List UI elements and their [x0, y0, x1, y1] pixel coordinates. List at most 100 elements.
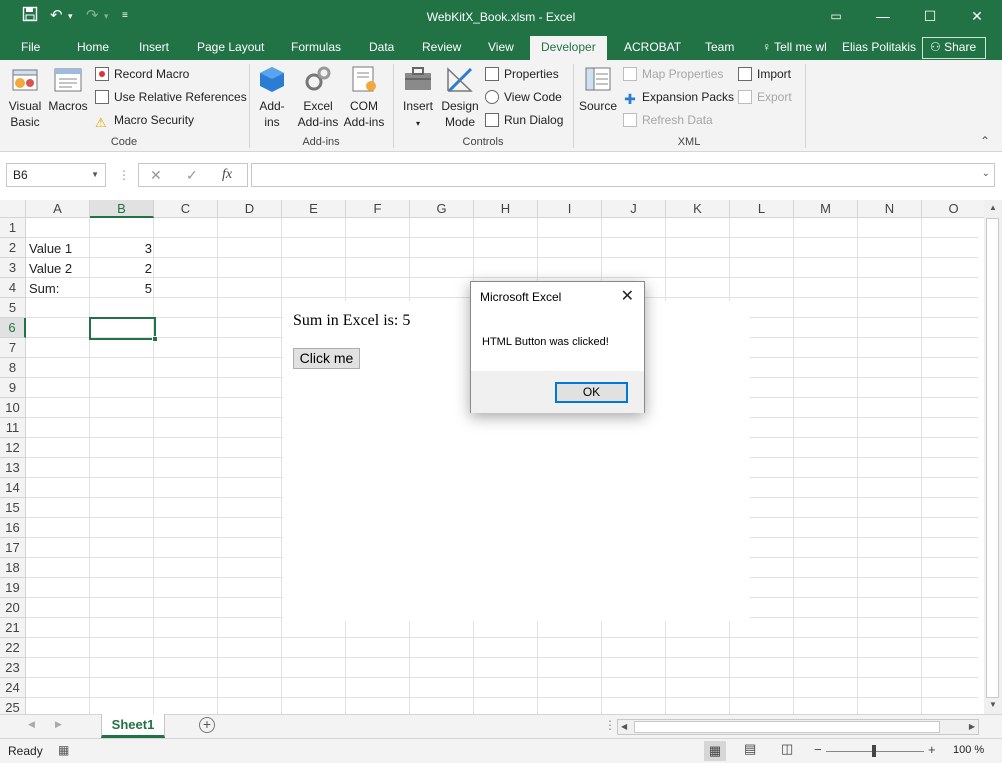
- tab-team[interactable]: Team: [705, 40, 734, 55]
- row-header-1[interactable]: 1: [0, 218, 26, 238]
- expansion-packs-button[interactable]: ✚ Expansion Packs: [623, 87, 734, 107]
- row-header-17[interactable]: 17: [0, 538, 26, 558]
- click-me-button[interactable]: Click me: [293, 348, 360, 369]
- minimize-button[interactable]: —: [860, 6, 906, 26]
- row-header-15[interactable]: 15: [0, 498, 26, 518]
- horizontal-scrollbar[interactable]: ◀ ▶: [617, 719, 979, 735]
- tab-data[interactable]: Data: [369, 40, 394, 55]
- column-header-o[interactable]: O: [922, 200, 986, 218]
- tab-formulas[interactable]: Formulas: [291, 40, 341, 55]
- zoom-level[interactable]: 100 %: [953, 744, 984, 756]
- tab-file[interactable]: File: [21, 40, 40, 55]
- tab-home[interactable]: Home: [77, 40, 109, 55]
- zoom-slider-thumb[interactable]: [872, 745, 876, 757]
- row-header-14[interactable]: 14: [0, 478, 26, 498]
- tab-insert[interactable]: Insert: [139, 40, 169, 55]
- selected-cell-b6[interactable]: [89, 317, 158, 342]
- cell-a4[interactable]: Sum:: [29, 279, 59, 299]
- user-name[interactable]: Elias Politakis: [842, 40, 916, 55]
- run-dialog-button[interactable]: Run Dialog: [485, 110, 563, 130]
- split-handle-icon[interactable]: ⋮: [604, 718, 616, 732]
- visual-basic-button[interactable]: Visual Basic: [4, 64, 46, 130]
- cell-b2[interactable]: 3: [91, 239, 152, 259]
- excel-add-ins-button[interactable]: Excel Add-ins: [296, 64, 340, 130]
- select-all-corner[interactable]: [0, 200, 26, 218]
- row-header-8[interactable]: 8: [0, 358, 26, 378]
- scroll-up-icon[interactable]: ▲: [989, 203, 997, 212]
- insert-control-button[interactable]: Insert ▾: [399, 64, 437, 132]
- maximize-button[interactable]: ☐: [907, 6, 953, 26]
- row-header-16[interactable]: 16: [0, 518, 26, 538]
- view-code-button[interactable]: View Code: [485, 87, 562, 107]
- ok-button[interactable]: OK: [555, 382, 628, 403]
- ribbon-display-icon[interactable]: ▭: [813, 6, 859, 26]
- record-macro-button[interactable]: Record Macro: [95, 64, 189, 84]
- column-header-n[interactable]: N: [858, 200, 922, 218]
- sheet-tab-sheet1[interactable]: Sheet1: [101, 714, 165, 738]
- share-button[interactable]: ⚇ Share: [922, 37, 986, 59]
- tab-review[interactable]: Review: [422, 40, 461, 55]
- design-mode-button[interactable]: Design Mode: [440, 64, 480, 130]
- cell-b4[interactable]: 5: [91, 279, 152, 299]
- fill-handle[interactable]: [152, 336, 158, 342]
- column-header-d[interactable]: D: [218, 200, 282, 218]
- page-layout-view-icon[interactable]: ▤: [744, 741, 756, 757]
- com-add-ins-button[interactable]: COM Add-ins: [342, 64, 386, 130]
- scroll-left-icon[interactable]: ◀: [621, 722, 627, 731]
- xml-source-button[interactable]: Source: [578, 64, 618, 114]
- row-header-22[interactable]: 22: [0, 638, 26, 658]
- column-header-e[interactable]: E: [282, 200, 346, 218]
- column-header-a[interactable]: A: [26, 200, 90, 218]
- tab-page-layout[interactable]: Page Layout: [197, 40, 264, 55]
- row-header-6[interactable]: 6: [0, 318, 26, 338]
- cell-a2[interactable]: Value 1: [29, 239, 72, 259]
- vertical-scrollbar[interactable]: ▲ ▼: [984, 200, 1002, 714]
- row-header-23[interactable]: 23: [0, 658, 26, 678]
- import-button[interactable]: Import: [738, 64, 791, 84]
- prev-sheet-icon[interactable]: ◀: [28, 719, 35, 730]
- expand-formula-bar-icon[interactable]: ⌄: [982, 168, 990, 179]
- next-sheet-icon[interactable]: ▶: [55, 719, 62, 730]
- column-header-f[interactable]: F: [346, 200, 410, 218]
- column-header-c[interactable]: C: [154, 200, 218, 218]
- normal-view-icon[interactable]: ▦: [704, 741, 726, 761]
- row-header-9[interactable]: 9: [0, 378, 26, 398]
- zoom-out-button[interactable]: −: [814, 742, 822, 757]
- row-header-19[interactable]: 19: [0, 578, 26, 598]
- row-header-5[interactable]: 5: [0, 298, 26, 318]
- row-header-11[interactable]: 11: [0, 418, 26, 438]
- zoom-in-button[interactable]: +: [928, 742, 936, 757]
- row-header-21[interactable]: 21: [0, 618, 26, 638]
- column-header-i[interactable]: I: [538, 200, 602, 218]
- vertical-scroll-thumb[interactable]: [986, 218, 999, 698]
- tab-view[interactable]: View: [488, 40, 514, 55]
- row-header-24[interactable]: 24: [0, 678, 26, 698]
- collapse-ribbon-icon[interactable]: ⌃: [980, 134, 990, 148]
- chevron-down-icon[interactable]: ▼: [91, 164, 99, 186]
- scroll-right-icon[interactable]: ▶: [969, 722, 975, 731]
- tab-acrobat[interactable]: ACROBAT: [624, 40, 681, 55]
- horizontal-scroll-thumb[interactable]: [634, 721, 940, 733]
- row-header-3[interactable]: 3: [0, 258, 26, 278]
- column-header-l[interactable]: L: [730, 200, 794, 218]
- tell-me-search[interactable]: ♀ Tell me wl: [762, 40, 827, 55]
- confirm-entry-icon[interactable]: ✓: [186, 166, 198, 184]
- close-button[interactable]: ✕: [954, 6, 1000, 26]
- worksheet-grid[interactable]: ABCDEFGHIJKLMNO 1 2 3 4 5 6 7 8 9 10 11 12 13 14 15 16 1…: [0, 200, 1002, 714]
- row-header-25[interactable]: 25: [0, 698, 26, 714]
- macro-recording-icon[interactable]: ▦: [58, 743, 69, 757]
- cell-b3[interactable]: 2: [91, 259, 152, 279]
- row-header-13[interactable]: 13: [0, 458, 26, 478]
- cancel-entry-icon[interactable]: ✕: [150, 166, 162, 184]
- properties-button[interactable]: Properties: [485, 64, 559, 84]
- column-header-m[interactable]: M: [794, 200, 858, 218]
- add-ins-button[interactable]: Add- ins: [254, 64, 290, 130]
- row-header-12[interactable]: 12: [0, 438, 26, 458]
- page-break-view-icon[interactable]: ◫: [781, 741, 793, 757]
- macro-security-button[interactable]: ⚠ Macro Security: [95, 110, 194, 130]
- close-icon[interactable]: ✕: [621, 286, 634, 306]
- use-relative-references-button[interactable]: Use Relative References: [95, 87, 247, 107]
- column-header-b[interactable]: B: [90, 200, 154, 218]
- row-header-2[interactable]: 2: [0, 238, 26, 258]
- row-header-18[interactable]: 18: [0, 558, 26, 578]
